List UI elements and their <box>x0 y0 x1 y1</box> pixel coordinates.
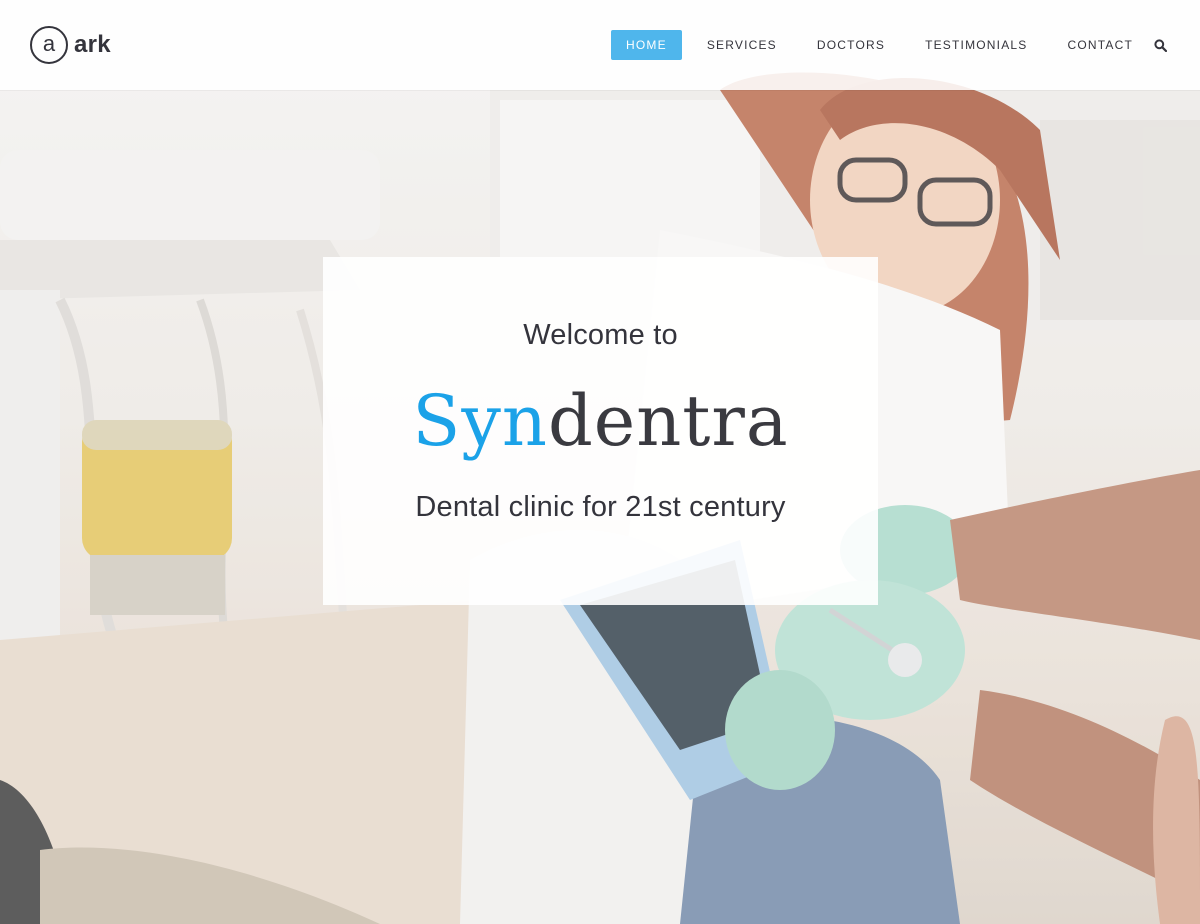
welcome-card: Welcome to Syndentra Dental clinic for 2… <box>323 257 878 605</box>
site-header: a ark HOME SERVICES DOCTORS TESTIMONIALS… <box>0 0 1200 90</box>
site-logo[interactable]: a ark <box>30 25 111 65</box>
brand-title-rest: dentra <box>547 380 789 462</box>
nav-services[interactable]: SERVICES <box>692 30 792 60</box>
brand-title-accent: Syn <box>412 380 548 462</box>
brand-title: Syndentra <box>323 379 878 463</box>
logo-name: ark <box>74 31 111 58</box>
welcome-text: Welcome to <box>523 319 678 351</box>
main-navigation: HOME SERVICES DOCTORS TESTIMONIALS CONTA… <box>611 30 1158 60</box>
logo-mark: a <box>30 26 68 64</box>
search-icon <box>1153 38 1167 52</box>
clinic-tagline: Dental clinic for 21st century <box>415 491 786 523</box>
nav-home[interactable]: HOME <box>611 30 682 60</box>
nav-testimonials[interactable]: TESTIMONIALS <box>910 30 1042 60</box>
nav-contact[interactable]: CONTACT <box>1053 30 1149 60</box>
search-button[interactable] <box>1150 35 1170 55</box>
nav-doctors[interactable]: DOCTORS <box>802 30 900 60</box>
